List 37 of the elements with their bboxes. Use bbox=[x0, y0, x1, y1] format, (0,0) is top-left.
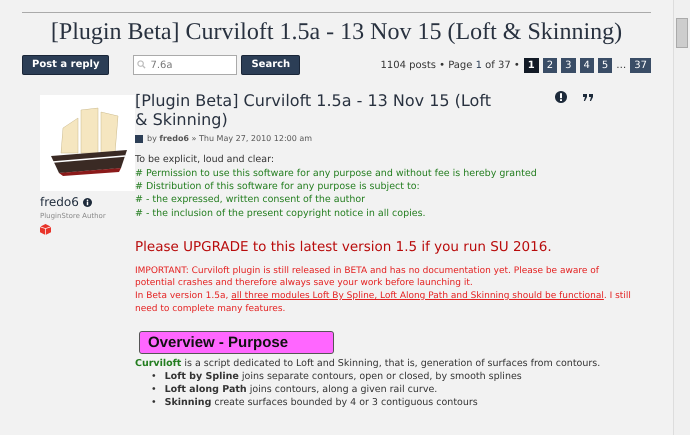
post-icon bbox=[135, 135, 143, 144]
feature-item: Loft by Spline joins separate contours, open or closed, by smooth splines bbox=[164, 370, 522, 384]
page-link[interactable]: 1 bbox=[524, 58, 539, 72]
page-link[interactable]: 2 bbox=[542, 58, 558, 72]
report-icon[interactable] bbox=[555, 91, 567, 103]
topic-title: [Plugin Beta] Curviloft 1.5a - 13 Nov 15 (Loft & Skinning) bbox=[50, 18, 622, 47]
important-notice: IMPORTANT: Curviloft plugin is still released in BETA and has no documentation yet. Please be aware of potential crashes and therefore always save your work before launching it. In Beta version 1.5a, all three modules Loft By Spline, Loft Along Path and Skinning should be functional. I still need to complete many features. bbox=[135, 264, 632, 316]
pagination-summary: 1104 posts • Page 1 of 37 • bbox=[380, 58, 520, 72]
overview-text: Curviloft is a script dedicated to Loft and Skinning, that is, generation of surfaces from contours. bbox=[135, 358, 602, 371]
feature-item: Loft along Path joins contours, along a given rail curve. bbox=[164, 384, 438, 397]
license-line: # Distribution of this software for any purpose is subject to: bbox=[135, 180, 421, 194]
post-title[interactable]: [Plugin Beta] Curviloft 1.5a - 13 Nov 15 (Loft & Skinning) bbox=[135, 91, 495, 130]
ellipsis: … bbox=[616, 58, 626, 72]
username[interactable]: fredo6 bbox=[40, 193, 79, 211]
search-button[interactable]: Search bbox=[241, 55, 300, 75]
license-line: # - the inclusion of the present copyright notice in all copies. bbox=[135, 206, 427, 220]
feature-item: Skinning create surfaces bounded by 4 or 3 contiguous contours bbox=[164, 396, 478, 410]
bullet: • bbox=[151, 396, 157, 410]
bullet: • bbox=[151, 384, 157, 397]
quote-icon[interactable] bbox=[583, 94, 593, 100]
page-link[interactable]: 5 bbox=[598, 58, 612, 72]
license-line: # - the expressed, written consent of the author bbox=[135, 193, 366, 207]
intro-text: To be explicit, loud and clear: bbox=[135, 153, 276, 167]
post-byline: by fredo6 » Thu May 27, 2010 12:00 am bbox=[147, 133, 312, 146]
page-link[interactable]: 37 bbox=[630, 58, 651, 72]
upgrade-notice: Please UPGRADE to this latest version 1.5 if you run SU 2016. bbox=[135, 238, 553, 257]
page-link[interactable]: 4 bbox=[580, 58, 594, 72]
section-heading: Overview - Purpose bbox=[139, 331, 334, 354]
search-field[interactable]: 7.6a bbox=[133, 55, 238, 75]
page-link[interactable]: 3 bbox=[561, 58, 576, 72]
search-icon bbox=[137, 60, 146, 69]
bullet: • bbox=[151, 370, 157, 384]
post-reply-button[interactable]: Post a reply bbox=[22, 55, 110, 75]
license-line: # Permission to use this software for any purpose and without fee is hereby granted bbox=[135, 166, 538, 180]
scrollbar[interactable] bbox=[673, 0, 690, 435]
cube-icon bbox=[40, 224, 51, 234]
info-icon[interactable] bbox=[82, 198, 92, 206]
